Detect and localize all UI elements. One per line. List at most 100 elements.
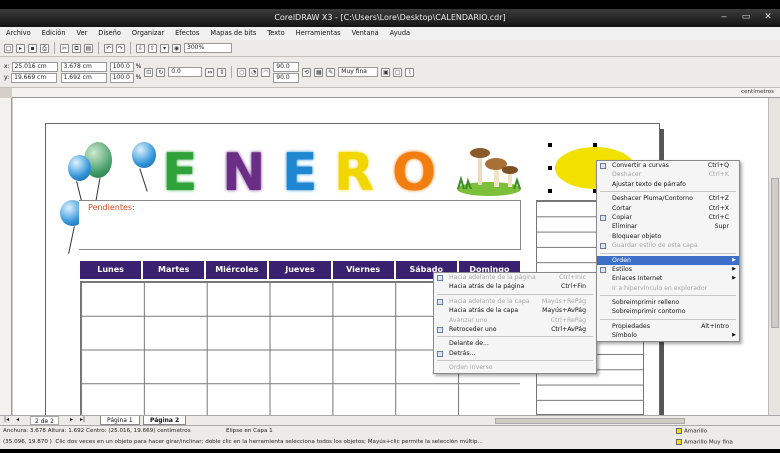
menu-item-cortar[interactable]: Cortar Ctrl+X [597,204,739,213]
menu-item-retroceder-uno[interactable]: Retroceder uno Ctrl+AvPág [434,325,596,334]
page-tab-1[interactable]: Página 1 [100,416,140,425]
undo-icon[interactable]: ↶ [104,43,113,53]
menu-item-orden[interactable]: Orden ▶ [597,255,739,265]
mirror-horizontal-icon[interactable]: ⇔ [205,67,215,77]
menu-item-sobreimprimir-relleno[interactable]: Sobreimprimir relleno [597,298,739,307]
to-front-icon[interactable]: ▣ [381,67,391,77]
title-letter-e2[interactable]: E [282,146,318,200]
menu-item-estilos[interactable]: Estilos ▶ [597,265,739,274]
notes-box[interactable] [79,200,521,250]
menu-ayuda[interactable]: Ayuda [390,27,410,40]
menu-item-convertir-a-curvas[interactable]: Convertir a curvas Ctrl+Q [597,161,739,170]
outline-pen-icon[interactable]: ✎ [326,67,336,77]
x-position-field[interactable]: 25.016 cm [11,61,58,72]
vertical-scroll-thumb[interactable] [771,178,779,328]
menu-mapas-de-bits[interactable]: Mapas de bits [210,27,256,40]
start-angle-field[interactable]: 90.0 [273,61,300,72]
page-tab-2[interactable]: Página 2 [143,416,187,425]
menu-item-ajustar-texto-de-parrafo[interactable]: Ajustar texto de párrafo [597,180,739,189]
selection-handle[interactable] [548,166,552,170]
menu-ventana[interactable]: Ventana [352,27,379,40]
cut-icon[interactable]: ✂ [60,43,69,53]
paste-icon[interactable]: ▤ [84,43,93,53]
day-header-martes[interactable]: Martes [143,261,205,279]
selection-handle[interactable] [548,189,552,193]
menu-item-deshacer-pluma-contorno[interactable]: Deshacer Pluma/Contorno Ctrl+Z [597,194,739,203]
export-icon[interactable]: ⇧ [148,43,157,53]
title-letter-r[interactable]: R [334,146,374,200]
mirror-vertical-icon[interactable]: ⇕ [217,67,227,77]
redo-icon[interactable]: ↷ [116,43,125,53]
menu-texto[interactable]: Texto [267,27,284,40]
title-letter-o[interactable]: O [392,146,436,200]
menu-bar: Archivo Edición Ver Diseño Organizar Efe… [0,27,780,40]
menu-item-propiedades[interactable]: Propiedades Alt+Intro [597,322,739,331]
menu-item-label: Ir a hipervínculo en explorador [612,284,708,292]
last-page-icon[interactable]: ▸| [80,416,85,423]
menu-item-eliminar[interactable]: Eliminar Supr [597,222,739,231]
open-icon[interactable]: ▸ [16,43,25,53]
minimize-icon[interactable]: ‒ [718,12,730,23]
first-page-icon[interactable]: |◂ [4,416,9,423]
next-page-icon[interactable]: ▸ [70,416,73,423]
menu-item-sobreimprimir-contorno[interactable]: Sobreimprimir contorno [597,307,739,316]
menu-herramientas[interactable]: Herramientas [296,27,341,40]
day-header-jueves[interactable]: Jueves [269,261,331,279]
direction-icon[interactable]: ⟲ [302,67,312,77]
menu-organizar[interactable]: Organizar [132,27,164,40]
rotate-icon[interactable]: ↻ [156,67,166,77]
menu-diseno[interactable]: Diseño [98,27,121,40]
menu-item-bloquear-objeto[interactable]: Bloquear objeto [597,232,739,241]
angle-field[interactable]: 0.0 [168,67,203,77]
horizontal-scroll-thumb[interactable] [495,418,685,424]
submenu-arrow-icon: ▶ [732,256,736,263]
to-back-icon[interactable]: ▢ [393,67,403,77]
print-icon[interactable]: ⎙ [40,43,49,53]
title-letter-n[interactable]: N [222,146,266,200]
title-letter-e1[interactable]: E [162,146,198,200]
close-icon[interactable]: ✕ [762,12,774,23]
menu-item-hacia-atras-de-la-capa[interactable]: Hacia atrás de la capa Mayús+AvPág [434,306,596,315]
selection-handle[interactable] [548,143,552,147]
copy-icon[interactable]: ⧉ [72,43,81,53]
status-fill[interactable]: Amarillo [676,428,707,435]
scale-width-field[interactable]: 100.0 [109,61,134,72]
pie-mode-icon[interactable]: ◔ [249,67,259,77]
height-field[interactable]: 1.692 cm [60,72,107,83]
outline-width-select[interactable]: Muy fina [338,67,379,77]
menu-item-simbolo[interactable]: Símbolo ▶ [597,331,739,340]
maximize-icon[interactable]: ▭ [740,12,752,23]
menu-item-enlaces-internet[interactable]: Enlaces Internet ▶ [597,274,739,283]
status-outline[interactable]: Amarillo Muy fina [676,439,733,446]
day-header-miercoles[interactable]: Miércoles [206,261,268,279]
menu-item-detras[interactable]: Detrás... [434,349,596,358]
save-icon[interactable]: ▪ [28,43,37,53]
menu-item-hacia-atras-de-la-pagina[interactable]: Hacia atrás de la página Ctrl+Fin [434,282,596,291]
y-position-field[interactable]: 19.669 cm [11,72,58,83]
convert-to-curves-icon[interactable]: ⌇ [405,67,415,77]
zoom-level-field[interactable]: 300% [184,43,232,53]
arc-mode-icon[interactable]: ◠ [261,67,271,77]
new-document-icon[interactable]: □ [4,43,13,53]
lock-ratio-icon[interactable]: ⊡ [144,67,154,77]
menu-edicion[interactable]: Edición [42,27,66,40]
day-header-viernes[interactable]: Viernes [332,261,394,279]
prev-page-icon[interactable]: ◂ [16,416,19,423]
day-header-lunes[interactable]: Lunes [80,261,142,279]
menu-item-copiar[interactable]: Copiar Ctrl+C [597,213,739,222]
menu-item-shortcut: Ctrl+AvPág [551,325,586,333]
menu-archivo[interactable]: Archivo [6,27,31,40]
ellipse-mode-icon[interactable]: ○ [237,67,247,77]
vertical-scrollbar[interactable] [768,98,780,415]
menu-item-delante-de[interactable]: Delante de... [434,339,596,348]
scale-height-field[interactable]: 100.0 [109,72,134,83]
end-angle-field[interactable]: 90.0 [273,72,300,83]
menu-efectos[interactable]: Efectos [175,27,199,40]
wrap-text-icon[interactable]: ▦ [314,67,324,77]
app-launcher-icon[interactable]: ▾ [160,43,169,53]
corel-online-icon[interactable]: ◉ [172,43,181,53]
width-field[interactable]: 3.678 cm [60,61,107,72]
menu-ver[interactable]: Ver [77,27,88,40]
import-icon[interactable]: ⇩ [136,43,145,53]
selection-handle[interactable] [593,143,597,147]
